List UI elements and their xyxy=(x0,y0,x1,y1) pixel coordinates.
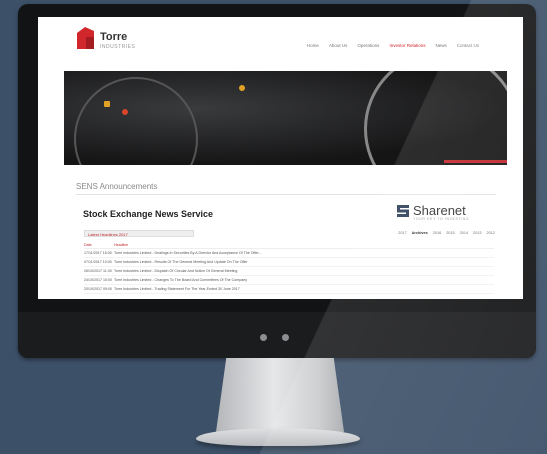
sharenet-tagline: YOUR KEY TO INVESTING xyxy=(413,217,470,221)
table-row[interactable]: 24/10/2017 10:00 Torre Industries Limite… xyxy=(84,276,494,285)
sensor-dot-icon xyxy=(282,334,289,341)
year-link[interactable]: 2014 xyxy=(460,231,468,235)
sharenet-logo[interactable]: Sharenet xyxy=(396,203,466,218)
row-date: 17/11/2017 15:00 xyxy=(84,251,112,255)
menu-item-investor-relations[interactable]: Investor Relations xyxy=(389,43,425,48)
menu-item-contact[interactable]: Contact Us xyxy=(457,43,479,48)
row-date: 20/10/2017 09:00 xyxy=(84,287,112,291)
service-title: Stock Exchange News Service xyxy=(83,209,214,219)
main-menu: Home About Us Operations Investor Relati… xyxy=(307,43,479,48)
headline-column-header: Headline xyxy=(114,243,129,247)
camera-dot-icon xyxy=(260,334,267,341)
menu-item-home[interactable]: Home xyxy=(307,43,319,48)
row-date: 07/11/2017 10:00 xyxy=(84,260,112,264)
section-divider xyxy=(76,194,496,195)
speedometer-graphic xyxy=(364,71,507,165)
site-header: Torre INDUSTRIES Home About Us Operation… xyxy=(38,17,523,69)
oil-light-icon xyxy=(122,109,128,115)
year-link[interactable]: 2017 xyxy=(398,231,406,235)
logo-subtitle: INDUSTRIES xyxy=(100,44,136,50)
year-link[interactable]: 2016 xyxy=(433,231,441,235)
warning-light-icon xyxy=(104,101,110,107)
monitor-chin xyxy=(18,312,536,358)
archives-link[interactable]: Archives xyxy=(412,231,428,235)
row-date: 24/10/2017 10:00 xyxy=(84,278,112,282)
menu-item-about[interactable]: About Us xyxy=(329,43,348,48)
sharenet-icon xyxy=(397,204,409,217)
table-row[interactable]: 26/10/2017 11:30 Torre Industries Limite… xyxy=(84,267,494,276)
menu-item-operations[interactable]: Operations xyxy=(357,43,379,48)
section-title: SENS Announcements xyxy=(76,182,158,191)
row-headline[interactable]: Torre Industries Limited - Trading State… xyxy=(114,285,494,293)
table-header: Date Headline xyxy=(84,242,494,249)
headlines-filter[interactable]: Latest Headlines 2017 xyxy=(84,230,194,237)
banner-accent-bar xyxy=(444,160,507,163)
hero-banner-image xyxy=(64,71,507,165)
menu-item-news[interactable]: News xyxy=(435,43,446,48)
row-headline[interactable]: Torre Industries Limited - Dispatch Of C… xyxy=(114,267,494,275)
row-headline[interactable]: Torre Industries Limited - Dealings In S… xyxy=(114,249,494,257)
row-date: 26/10/2017 11:30 xyxy=(84,269,112,273)
monitor-stand-base xyxy=(196,428,360,446)
date-column-header: Date xyxy=(84,243,92,247)
row-headline[interactable]: Torre Industries Limited - Results Of Th… xyxy=(114,258,494,266)
website-screen: Torre INDUSTRIES Home About Us Operation… xyxy=(38,17,523,299)
year-link[interactable]: 2012 xyxy=(487,231,495,235)
monitor-scene: Torre INDUSTRIES Home About Us Operation… xyxy=(0,0,547,454)
announcements-table: Date Headline 17/11/2017 15:00 Torre Ind… xyxy=(84,242,494,294)
table-row[interactable]: 20/10/2017 09:00 Torre Industries Limite… xyxy=(84,285,494,294)
table-row[interactable]: 07/11/2017 10:00 Torre Industries Limite… xyxy=(84,258,494,267)
year-link[interactable]: 2013 xyxy=(473,231,481,235)
sharenet-name: Sharenet xyxy=(413,203,466,218)
year-links: 2017 Archives 2016 2015 2014 2013 2012 xyxy=(398,231,495,235)
table-row[interactable]: 17/11/2017 15:00 Torre Industries Limite… xyxy=(84,249,494,258)
engine-light-icon xyxy=(239,85,245,91)
dashboard-gauge-graphic xyxy=(74,77,198,165)
torre-logo-icon[interactable] xyxy=(77,27,94,49)
monitor-stand-neck xyxy=(216,358,344,432)
row-headline[interactable]: Torre Industries Limited - Changes To Th… xyxy=(114,276,494,284)
logo-name[interactable]: Torre xyxy=(100,31,127,43)
year-link[interactable]: 2015 xyxy=(446,231,454,235)
